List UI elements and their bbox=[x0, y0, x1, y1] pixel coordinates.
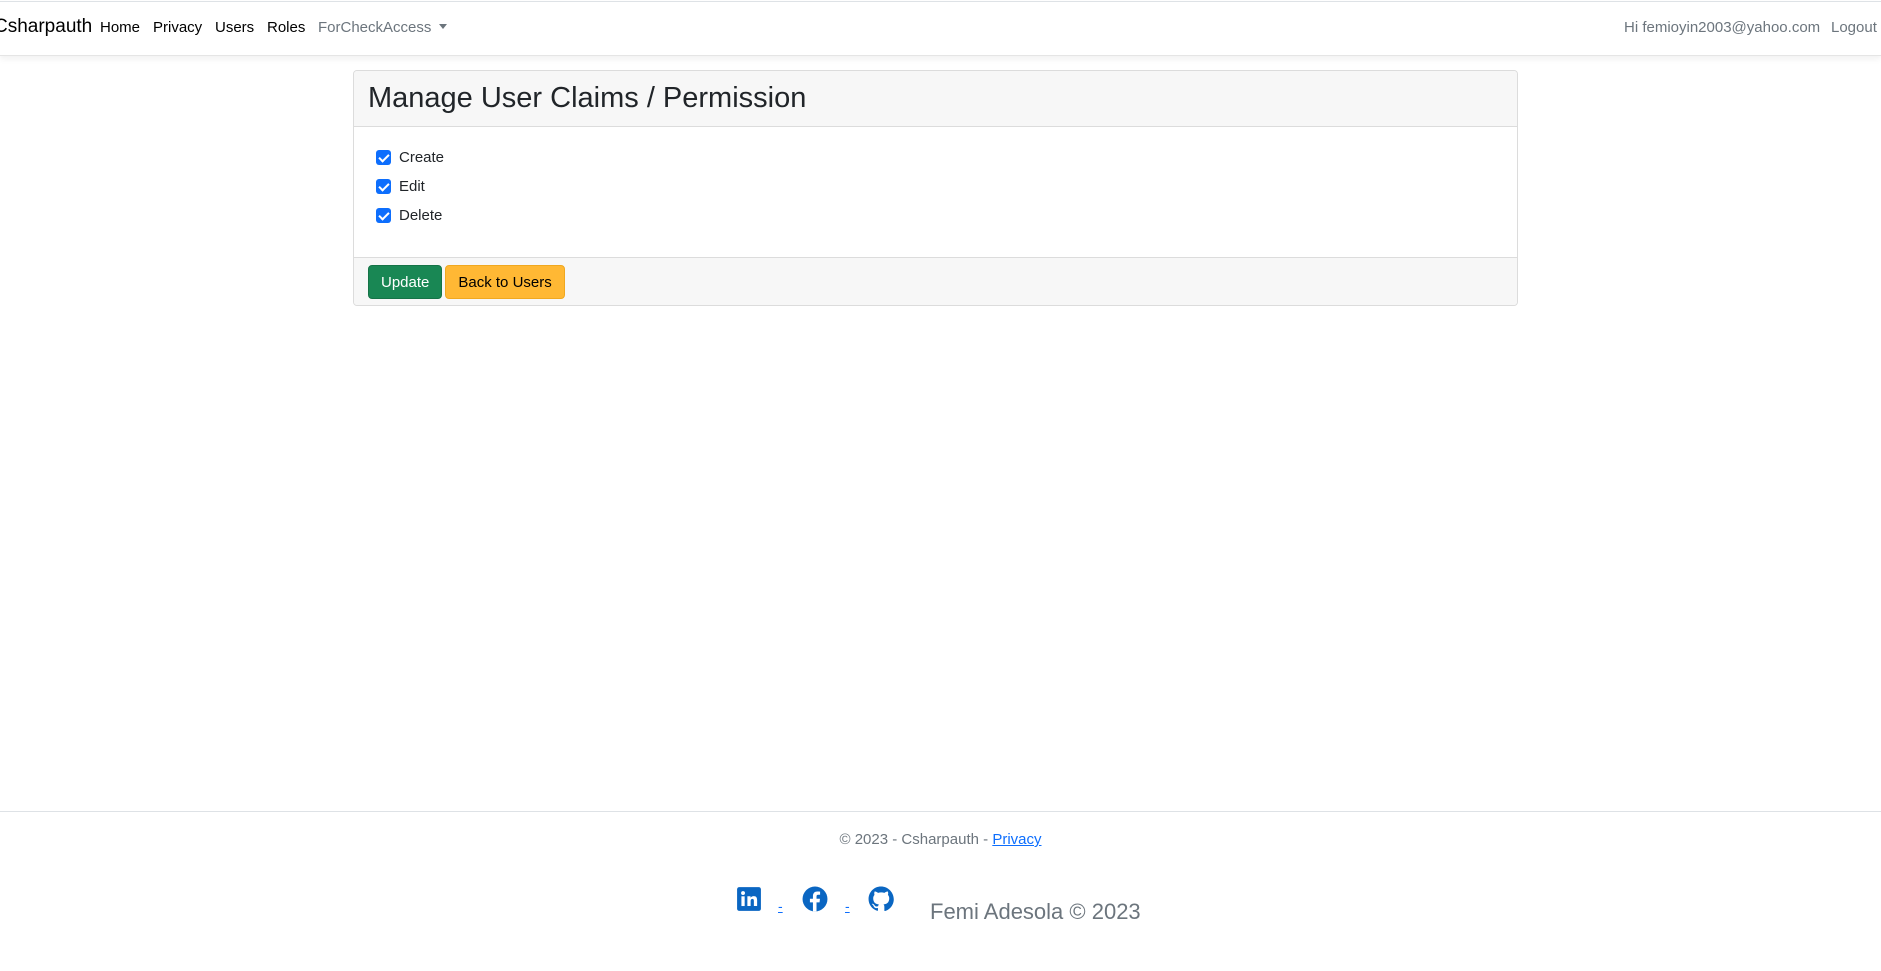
delete-label[interactable]: Delete bbox=[399, 207, 442, 224]
footer-signature: Femi Adesola © 2023 bbox=[930, 899, 1141, 924]
nav-forcheckaccess-dropdown[interactable]: ForCheckAccess bbox=[318, 19, 448, 36]
caret-down-icon bbox=[439, 24, 448, 29]
copyright-text: © 2023 - Csharpauth - bbox=[839, 831, 993, 848]
nav-privacy-link[interactable]: Privacy bbox=[153, 19, 202, 36]
claims-list: Create Edit Delete bbox=[354, 127, 1517, 257]
brand-link[interactable]: Csharpauth bbox=[0, 16, 92, 38]
social-separator-link[interactable]: - bbox=[845, 898, 850, 914]
nav-users-link[interactable]: Users bbox=[215, 19, 254, 36]
update-button[interactable]: Update bbox=[368, 265, 443, 299]
top-navbar: Csharpauth Home Privacy Users Roles ForC… bbox=[0, 1, 1881, 56]
create-checkbox[interactable] bbox=[376, 150, 391, 165]
user-greeting[interactable]: Hi femioyin2003@yahoo.com bbox=[1624, 19, 1820, 36]
manage-claims-card: Manage User Claims / Permission Create E… bbox=[353, 70, 1518, 306]
nav-home-link[interactable]: Home bbox=[100, 19, 140, 36]
card-footer: Update Back to Users bbox=[354, 257, 1517, 305]
linkedin-icon[interactable] bbox=[736, 886, 762, 912]
claim-create-row[interactable]: Create bbox=[376, 143, 1495, 172]
dropdown-label: ForCheckAccess bbox=[318, 19, 432, 36]
footer-copyright: © 2023 - Csharpauth - Privacy bbox=[0, 831, 1881, 848]
github-icon[interactable] bbox=[868, 886, 894, 912]
footer-privacy-link[interactable]: Privacy bbox=[992, 831, 1041, 848]
claim-delete-row[interactable]: Delete bbox=[376, 201, 1495, 230]
edit-checkbox[interactable] bbox=[376, 179, 391, 194]
claim-edit-row[interactable]: Edit bbox=[376, 172, 1495, 201]
logout-link[interactable]: Logout bbox=[1831, 19, 1877, 36]
back-to-users-button[interactable]: Back to Users bbox=[445, 265, 565, 299]
social-separator-link[interactable]: - bbox=[778, 898, 783, 914]
page-title: Manage User Claims / Permission bbox=[368, 82, 807, 114]
card-header: Manage User Claims / Permission bbox=[354, 71, 1517, 127]
footer-divider bbox=[0, 811, 1881, 812]
delete-checkbox[interactable] bbox=[376, 208, 391, 223]
facebook-icon[interactable] bbox=[802, 886, 828, 912]
nav-roles-link[interactable]: Roles bbox=[267, 19, 305, 36]
edit-label[interactable]: Edit bbox=[399, 178, 425, 195]
create-label[interactable]: Create bbox=[399, 149, 444, 166]
